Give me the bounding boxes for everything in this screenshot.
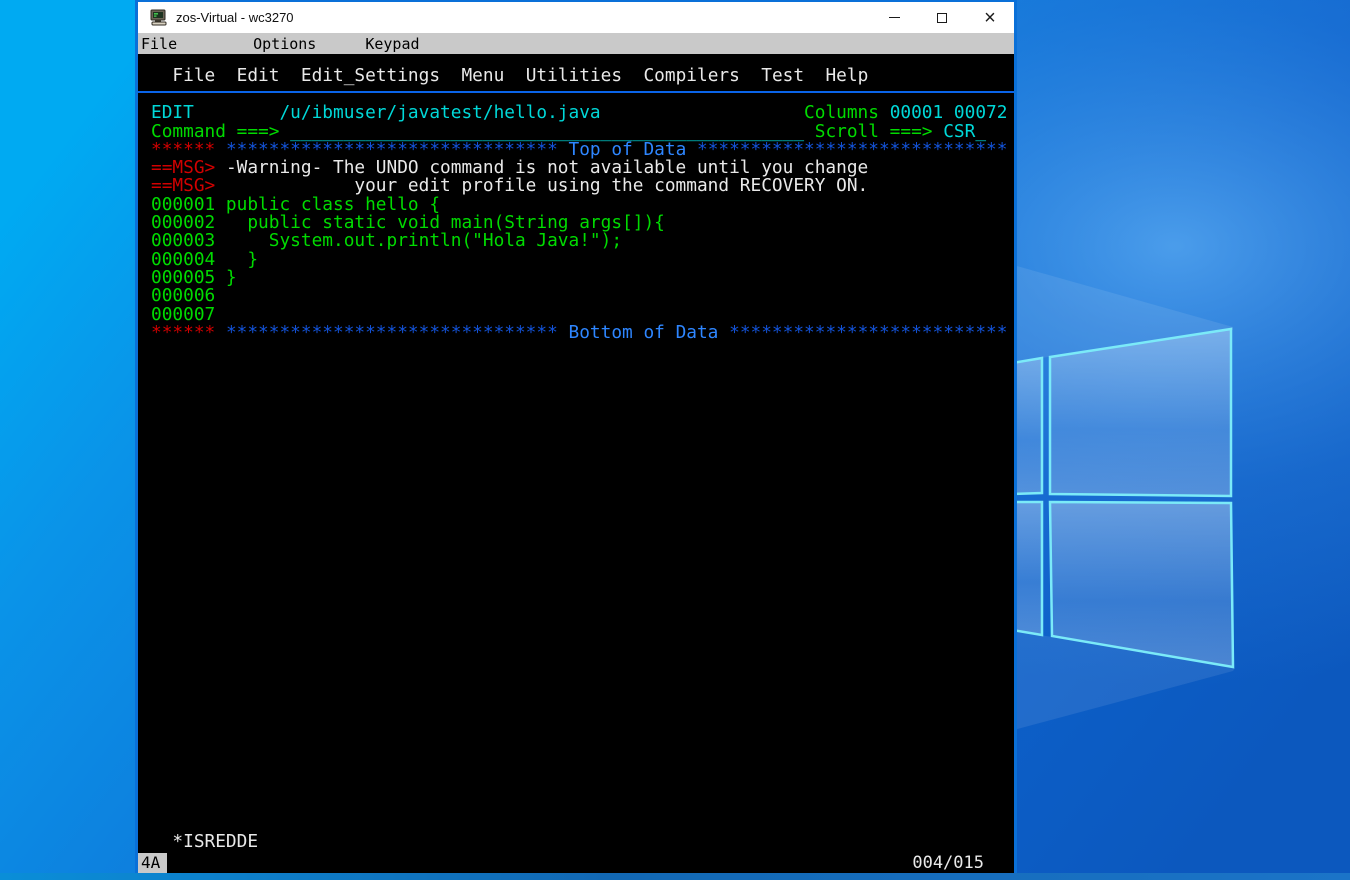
close-icon: × <box>984 6 996 29</box>
minimize-button[interactable] <box>870 2 918 33</box>
maximize-icon <box>937 12 947 23</box>
app-window: zos-Virtual - wc3270 × File Options Keypad… <box>135 0 1017 880</box>
ispf-menu-help[interactable]: Help <box>804 65 868 86</box>
taskbar-sliver <box>0 873 1350 880</box>
menu-options[interactable]: Options <box>253 35 316 53</box>
menu-keypad[interactable]: Keypad <box>365 35 419 53</box>
maximize-button[interactable] <box>918 2 966 33</box>
ispf-menu-compilers[interactable]: Compilers <box>622 65 739 86</box>
ispf-menu-file[interactable]: File <box>151 65 215 86</box>
ispf-menu-menu[interactable]: Menu <box>440 65 504 86</box>
oia-status-indicator: 4A <box>138 853 168 875</box>
terminal-screen[interactable]: File Edit Edit_Settings Menu Utilities C… <box>138 54 1014 877</box>
ispf-menu-utilities[interactable]: Utilities <box>504 65 622 86</box>
menu-file[interactable]: File <box>141 35 177 53</box>
ispf-menu-edit_settings[interactable]: Edit_Settings <box>279 65 440 86</box>
ispf-menu-edit[interactable]: Edit <box>215 65 280 86</box>
wc3270-app-icon <box>150 9 167 26</box>
window-title: zos-Virtual - wc3270 <box>176 10 294 25</box>
window-controls: × <box>870 2 1014 33</box>
ispf-menu-test[interactable]: Test <box>740 65 804 86</box>
terminal-row[interactable]: ****** ******************************* B… <box>151 323 1014 342</box>
window-titlebar[interactable]: zos-Virtual - wc3270 × <box>138 2 1014 33</box>
ispf-action-bar: File Edit Edit_Settings Menu Utilities C… <box>151 65 1014 86</box>
minimize-icon <box>888 17 900 18</box>
window-menubar: File Options Keypad <box>138 33 1014 54</box>
ispf-status-line: *ISREDDE <box>151 830 259 852</box>
oia-cursor-position: 004/015 <box>912 852 984 873</box>
terminal-row[interactable]: 000004 } <box>151 250 1014 269</box>
terminal-row[interactable]: 000005 } <box>151 268 1014 287</box>
terminal-rows: EDIT /u/ibmuser/javatest/hello.java Colu… <box>151 104 1014 342</box>
close-button[interactable]: × <box>966 2 1014 33</box>
terminal-row[interactable]: 000003 System.out.println("Hola Java!"); <box>151 232 1014 250</box>
ispf-separator <box>138 91 1014 94</box>
terminal-row[interactable]: 000006 <box>151 287 1014 305</box>
